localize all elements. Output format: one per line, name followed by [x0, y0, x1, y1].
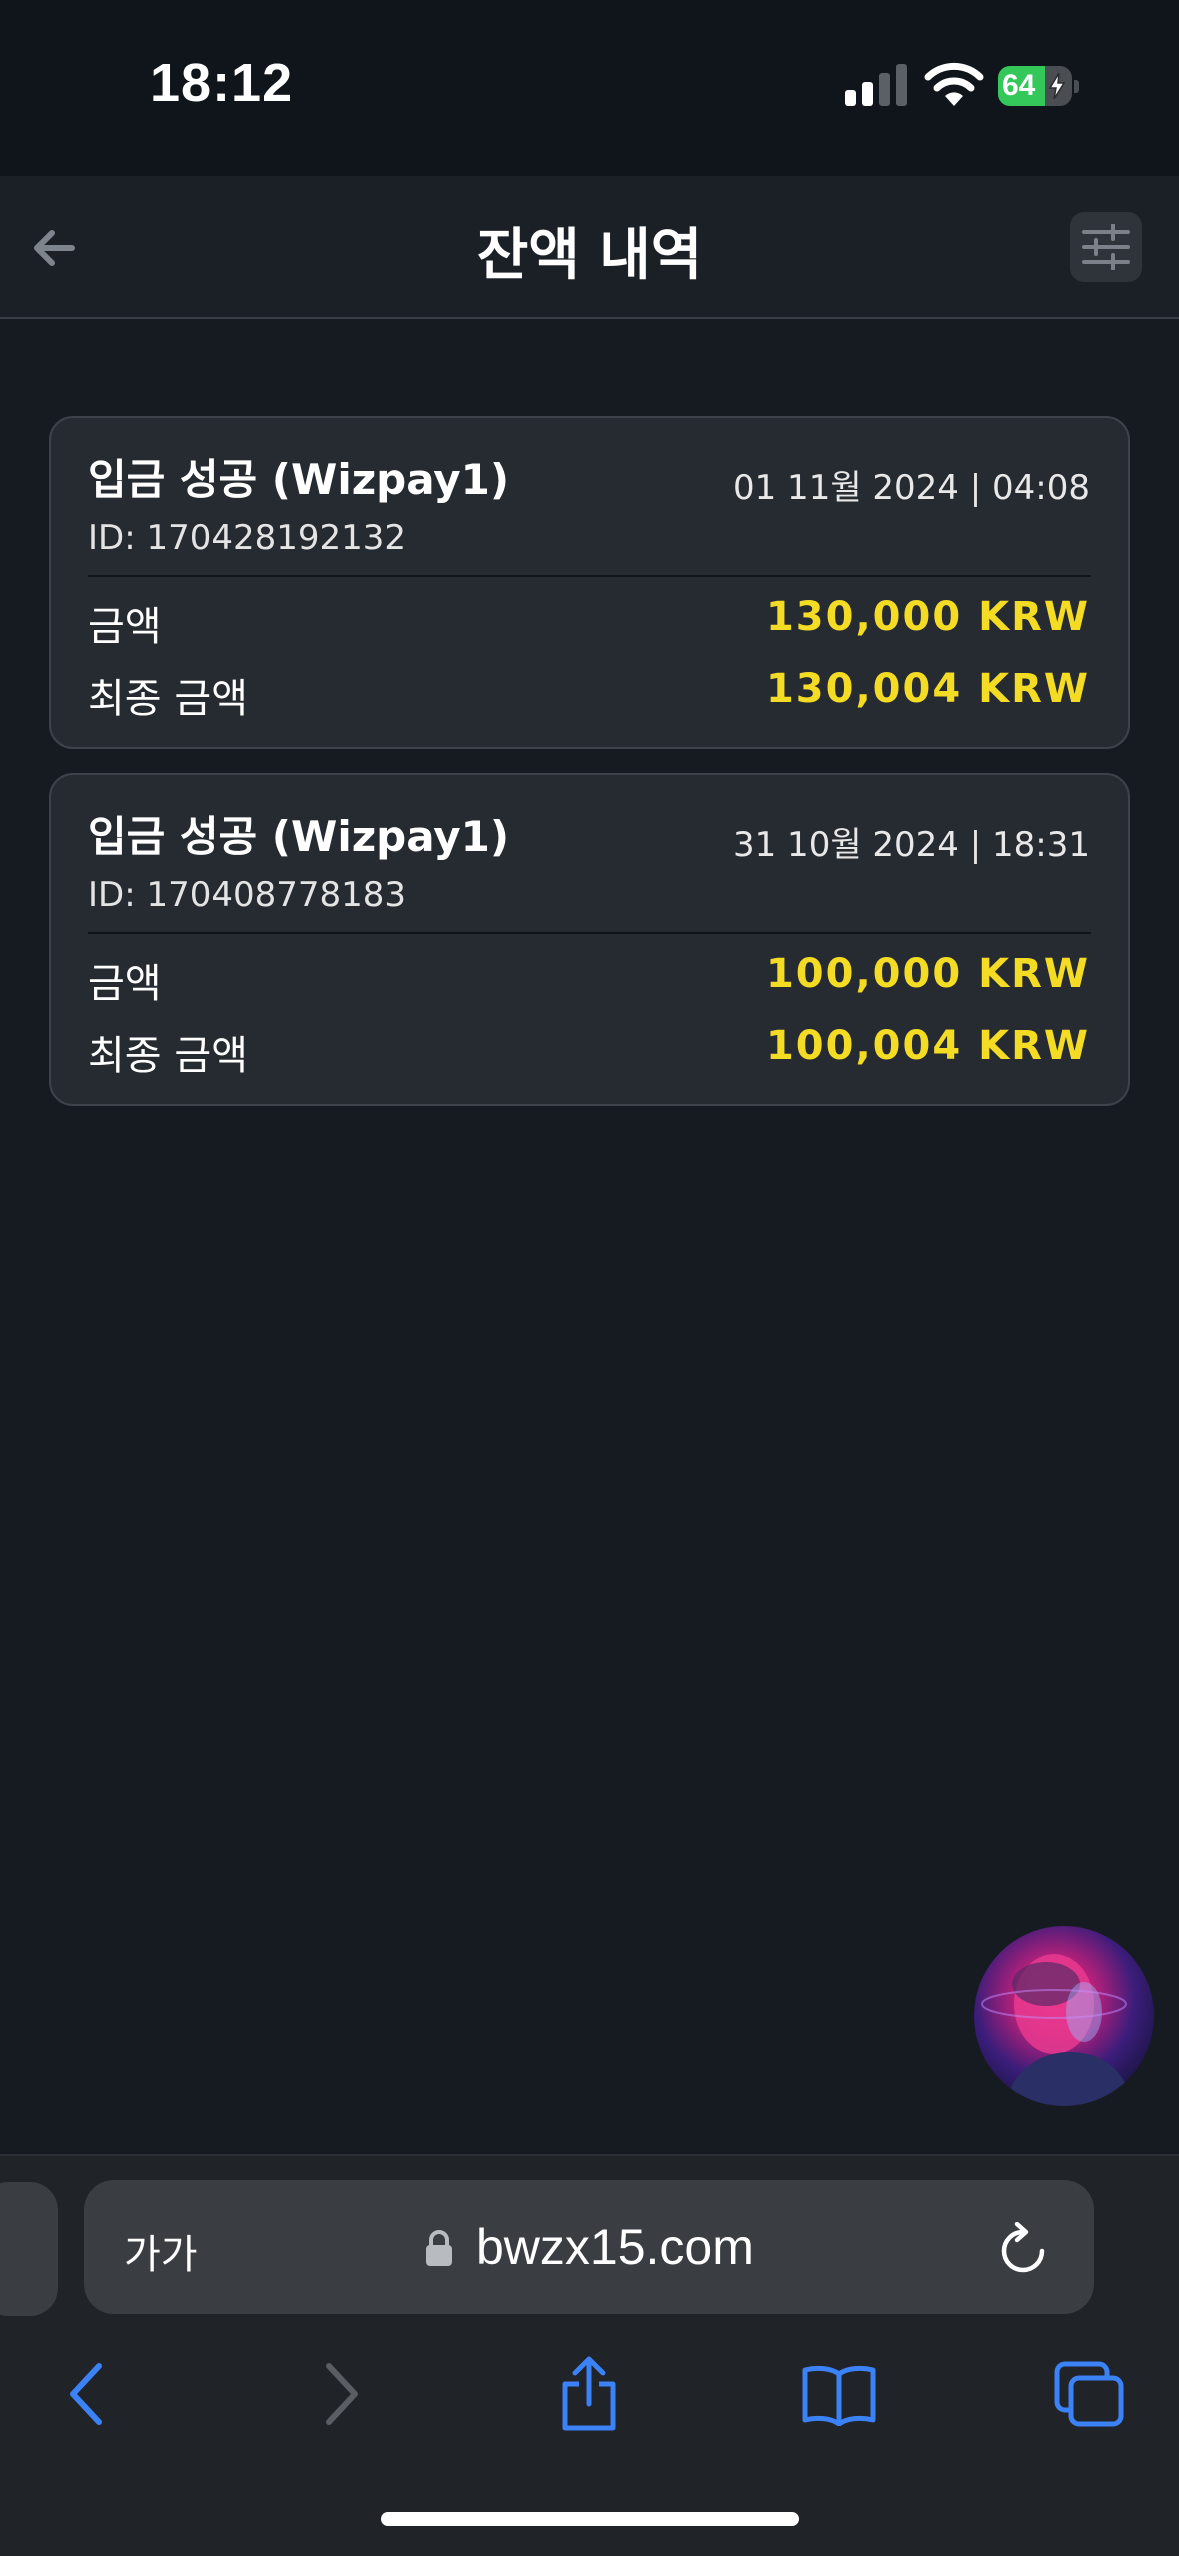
transaction-title: 입금 성공 (Wizpay1): [88, 812, 510, 861]
share-button[interactable]: [544, 2354, 634, 2434]
status-bar: 18:12 64: [0, 0, 1179, 176]
divider: [88, 932, 1091, 934]
transaction-card[interactable]: 입금 성공 (Wizpay1) 31 10월 2024 | 18:31 ID: …: [49, 773, 1130, 1106]
address-bar[interactable]: 가가 bwzx15.com: [84, 2180, 1094, 2314]
page-title: 잔액 내역: [476, 223, 703, 288]
book-icon: [802, 2365, 876, 2426]
previous-tab-preview[interactable]: [0, 2182, 58, 2316]
charging-bolt-icon: [1048, 73, 1066, 99]
filter-button[interactable]: [1070, 212, 1142, 282]
amount-value: 130,000 KRW: [765, 594, 1090, 640]
final-amount-value: 100,004 KRW: [765, 1023, 1090, 1069]
browser-back-button[interactable]: [42, 2354, 132, 2434]
transaction-date: 01 11월 2024 | 04:08: [732, 468, 1090, 508]
status-time: 18:12: [150, 53, 294, 113]
amount-label: 금액: [88, 961, 162, 1007]
home-indicator[interactable]: [381, 2512, 799, 2526]
app-header: 잔액 내역: [0, 176, 1179, 319]
cellular-signal-icon: [845, 64, 907, 106]
final-amount-label: 최종 금액: [88, 1033, 248, 1079]
transaction-id: ID: 170408778183: [88, 875, 407, 915]
battery-level: 64: [1002, 69, 1036, 102]
browser-toolbar: 가가 bwzx15.com: [0, 2154, 1179, 2556]
amount-value: 100,000 KRW: [765, 951, 1090, 997]
transaction-card[interactable]: 입금 성공 (Wizpay1) 01 11월 2024 | 04:08 ID: …: [49, 416, 1130, 749]
final-amount-label: 최종 금액: [88, 676, 248, 722]
transaction-id: ID: 170428192132: [88, 518, 407, 558]
reload-icon[interactable]: [998, 2222, 1048, 2276]
wifi-icon: [924, 62, 984, 106]
chevron-right-icon: [326, 2363, 358, 2425]
chevron-left-icon: [70, 2363, 102, 2425]
share-icon: [562, 2356, 616, 2431]
lock-icon: [426, 2230, 452, 2266]
browser-forward-button[interactable]: [296, 2354, 386, 2434]
tabs-button[interactable]: [1044, 2354, 1134, 2434]
avatar-portrait-icon: [981, 1954, 1134, 2106]
sliders-icon: [1082, 224, 1130, 270]
text-size-button[interactable]: 가가: [124, 2222, 198, 2280]
url-text: bwzx15.com: [476, 2219, 754, 2275]
amount-label: 금액: [88, 604, 162, 650]
tabs-icon: [1054, 2361, 1124, 2427]
battery-indicator: 64: [998, 66, 1079, 106]
transaction-date: 31 10월 2024 | 18:31: [732, 825, 1090, 865]
support-chat-avatar[interactable]: [974, 1926, 1154, 2106]
bookmarks-button[interactable]: [794, 2354, 884, 2434]
transaction-title: 입금 성공 (Wizpay1): [88, 455, 510, 504]
screen: 18:12 64 잔액 내역 입금 성공 (Wizpay1) 01 11월 20…: [0, 0, 1179, 2556]
final-amount-value: 130,004 KRW: [765, 666, 1090, 712]
divider: [88, 575, 1091, 577]
